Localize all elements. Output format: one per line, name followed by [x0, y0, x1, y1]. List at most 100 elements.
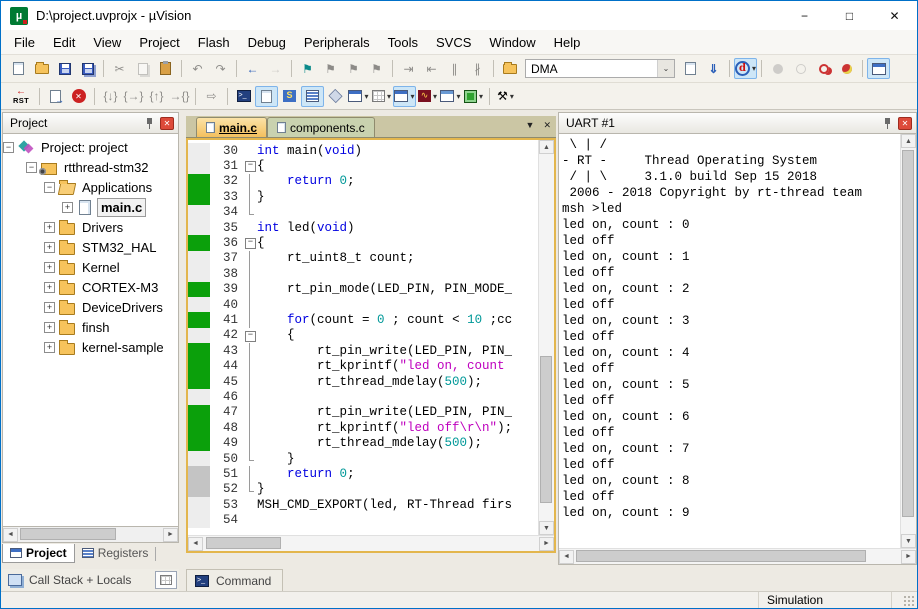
code-area[interactable]: 30 int main(void) 31 { 32	[188, 140, 538, 535]
tree-item[interactable]: CORTEX-M3	[3, 277, 178, 297]
scrollbar-track[interactable]	[203, 536, 539, 551]
tree-item[interactable]: kernel-sample	[3, 337, 178, 357]
comment-button[interactable]: ∥	[443, 58, 466, 79]
scroll-left-icon[interactable]: ◄	[3, 528, 18, 542]
dropdown-icon[interactable]: ▾	[410, 92, 414, 101]
scroll-left-icon[interactable]: ◄	[559, 550, 574, 564]
uart-output[interactable]: \ | /- RT - Thread Operating System / | …	[559, 134, 900, 548]
minimize-button[interactable]: −	[782, 1, 827, 30]
scroll-up-icon[interactable]: ▲	[901, 134, 916, 148]
unindent-button[interactable]: ⇤	[420, 58, 443, 79]
expander-icon[interactable]	[44, 302, 55, 313]
menu-item[interactable]: View	[84, 32, 130, 53]
uart-vscrollbar[interactable]: ▲ ▼	[900, 134, 916, 548]
fold-marker[interactable]	[244, 282, 257, 297]
scrollbar-thumb[interactable]	[540, 356, 552, 503]
expander-icon[interactable]	[44, 182, 55, 193]
callstack-locals-bar[interactable]: Call Stack + Locals	[2, 569, 179, 591]
indent-button[interactable]: ⇥	[397, 58, 420, 79]
kill-all-breakpoints-button[interactable]	[835, 58, 858, 79]
tree-item[interactable]: STM32_HAL	[3, 237, 178, 257]
fold-marker[interactable]	[244, 235, 257, 250]
fold-marker[interactable]	[244, 466, 257, 481]
expander-icon[interactable]	[62, 202, 73, 213]
cut-button[interactable]: ✂	[108, 58, 131, 79]
splitter-left[interactable]	[179, 110, 186, 565]
search-input[interactable]: DMA	[526, 62, 657, 76]
code-line[interactable]: 30 int main(void)	[188, 143, 538, 158]
fold-marker[interactable]	[244, 205, 257, 220]
code-line[interactable]: 48 rt_kprintf("led off\r\n");	[188, 420, 538, 435]
code-line[interactable]: 46	[188, 389, 538, 404]
menu-item[interactable]: Edit	[44, 32, 84, 53]
menu-item[interactable]: Help	[545, 32, 590, 53]
fold-marker[interactable]	[244, 251, 257, 266]
run-button[interactable]	[44, 86, 67, 107]
scrollbar-thumb[interactable]	[902, 150, 914, 517]
fold-marker[interactable]	[244, 512, 257, 527]
expander-icon[interactable]	[44, 322, 55, 333]
start-stop-debug-button[interactable]: ▾	[734, 58, 757, 79]
step-out-button[interactable]: {↑}	[145, 86, 168, 107]
save-all-button[interactable]	[76, 58, 99, 79]
watch-windows-button[interactable]: ▾	[347, 86, 370, 107]
menu-item[interactable]: SVCS	[427, 32, 480, 53]
fold-marker[interactable]	[244, 358, 257, 373]
tree-item[interactable]: Applications	[3, 177, 178, 197]
scroll-right-icon[interactable]: ►	[163, 528, 178, 542]
step-over-button[interactable]: {→}	[122, 86, 145, 107]
fold-marker[interactable]	[244, 389, 257, 404]
scrollbar-thumb[interactable]	[576, 550, 866, 562]
scrollbar-track[interactable]	[18, 527, 163, 542]
fold-marker[interactable]	[244, 420, 257, 435]
tab-main-c[interactable]: main.c	[196, 117, 267, 137]
dropdown-icon[interactable]: ▾	[387, 92, 391, 101]
scroll-down-icon[interactable]: ▼	[539, 521, 554, 535]
tab-components-c[interactable]: components.c	[267, 117, 375, 137]
fold-marker[interactable]	[244, 220, 257, 235]
copy-button[interactable]	[131, 58, 154, 79]
close-file-icon[interactable]: ✕	[543, 120, 551, 131]
fold-marker[interactable]	[244, 374, 257, 389]
serial-windows-button[interactable]: ▾	[393, 86, 416, 107]
scroll-right-icon[interactable]: ►	[539, 537, 554, 551]
code-line[interactable]: 54	[188, 512, 538, 527]
clear-bookmarks-button[interactable]: ⚑	[365, 58, 388, 79]
save-button[interactable]	[53, 58, 76, 79]
disassembly-window-button[interactable]	[255, 86, 278, 107]
run-to-cursor-button[interactable]: →{}	[168, 86, 191, 107]
fold-marker[interactable]	[244, 174, 257, 189]
fold-marker[interactable]	[244, 435, 257, 450]
fold-marker[interactable]	[244, 266, 257, 281]
symbol-window-button[interactable]	[278, 86, 301, 107]
fold-marker[interactable]	[244, 297, 257, 312]
fold-marker[interactable]	[244, 343, 257, 358]
fold-marker[interactable]	[244, 482, 257, 497]
expander-icon[interactable]	[3, 142, 14, 153]
dropdown-icon[interactable]: ▾	[479, 92, 483, 101]
maximize-button[interactable]: □	[827, 1, 872, 30]
fold-marker[interactable]	[244, 497, 257, 512]
scrollbar-thumb[interactable]	[20, 528, 116, 540]
expander-icon[interactable]	[44, 282, 55, 293]
undo-button[interactable]: ↶	[186, 58, 209, 79]
code-line[interactable]: 38	[188, 266, 538, 281]
project-window-toggle-button[interactable]	[867, 58, 890, 79]
code-line[interactable]: 42 {	[188, 328, 538, 343]
reset-cpu-button[interactable]: ← RST	[7, 86, 35, 107]
expander-icon[interactable]	[44, 262, 55, 273]
dropdown-icon[interactable]: ▾	[364, 92, 368, 101]
code-line[interactable]: 33 }	[188, 189, 538, 204]
tree-item[interactable]: DeviceDrivers	[3, 297, 178, 317]
show-next-statement-button[interactable]: ⇨	[200, 86, 223, 107]
close-panel-button[interactable]: ✕	[898, 117, 912, 130]
code-line[interactable]: 51 return 0;	[188, 466, 538, 481]
expander-icon[interactable]	[44, 242, 55, 253]
uart-hscrollbar[interactable]: ◄ ►	[559, 548, 916, 564]
code-line[interactable]: 36 {	[188, 235, 538, 250]
expander-icon[interactable]	[44, 222, 55, 233]
expander-icon[interactable]	[26, 162, 37, 173]
pin-icon[interactable]	[883, 117, 893, 129]
code-line[interactable]: 41 for(count = 0 ; count < 10 ;cc	[188, 312, 538, 327]
tree-item[interactable]: Drivers	[3, 217, 178, 237]
